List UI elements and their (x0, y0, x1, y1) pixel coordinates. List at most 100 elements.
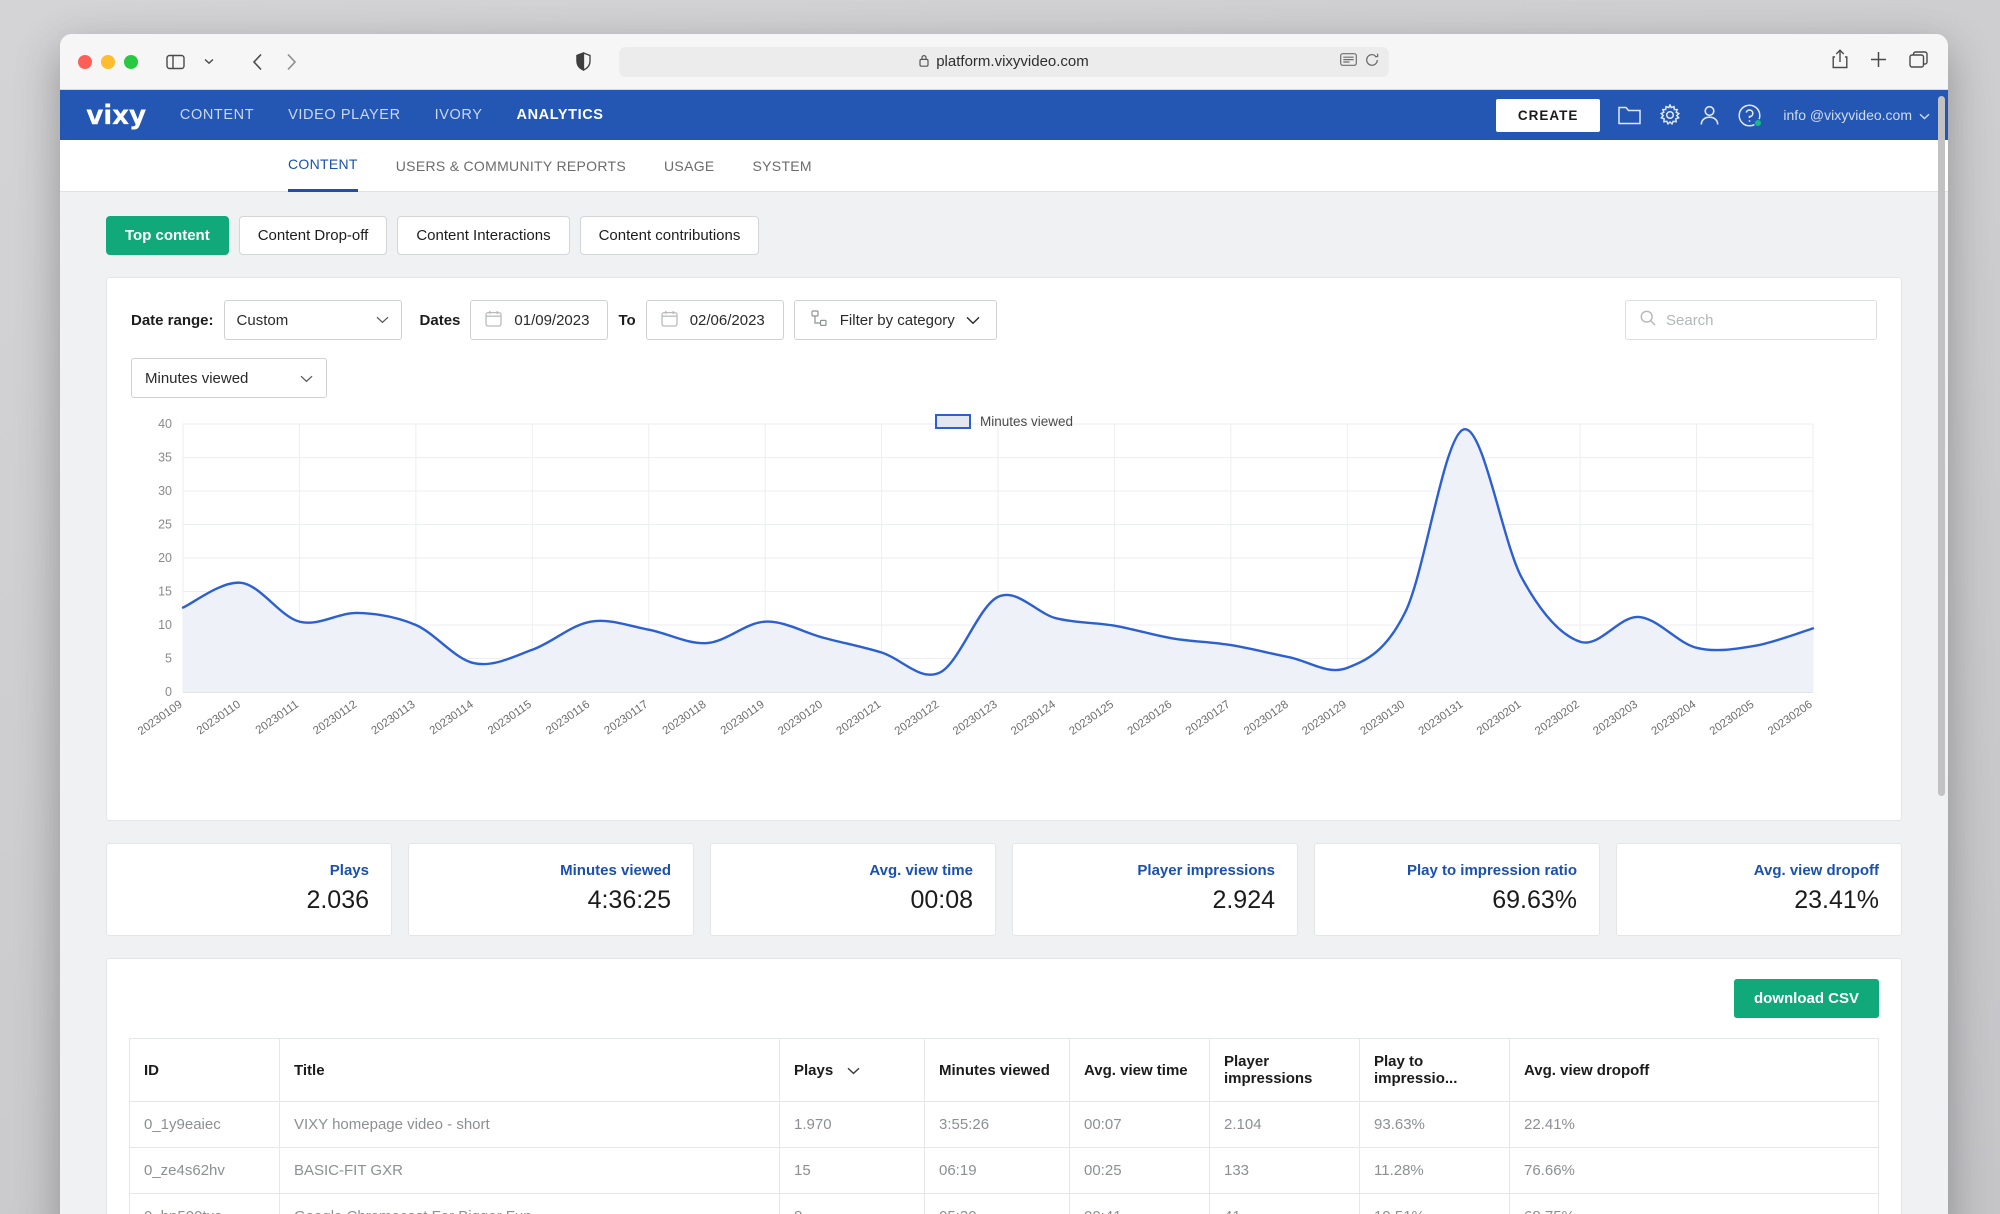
kpi-label: Avg. view dropoff (1753, 862, 1879, 879)
share-icon[interactable] (1832, 49, 1848, 74)
nav-link-analytics[interactable]: ANALYTICS (517, 107, 604, 123)
sidebar-chevron-down-icon[interactable] (194, 48, 224, 76)
help-icon[interactable] (1738, 103, 1763, 127)
pill-content-drop-off[interactable]: Content Drop-off (238, 216, 388, 255)
date-from-input[interactable]: 01/09/2023 (470, 300, 609, 340)
svg-text:0: 0 (165, 685, 172, 699)
pill-content-contributions[interactable]: Content contributions (579, 216, 760, 255)
account-menu[interactable]: info @vixyvideo.com (1783, 107, 1930, 123)
sidebar-toggle-icon[interactable] (160, 48, 190, 76)
kpi-value: 2.036 (306, 886, 369, 914)
svg-text:20230201: 20230201 (1475, 699, 1524, 738)
svg-text:20230122: 20230122 (893, 699, 942, 738)
minutes-viewed-chart: Minutes viewed 0 5 10 15 20 25 30 35 40 20230109 2… (131, 410, 1877, 802)
window-traffic-lights[interactable] (78, 54, 138, 69)
date-range-select[interactable]: Custom (223, 300, 402, 340)
metric-select[interactable]: Minutes viewed (131, 358, 327, 398)
address-bar[interactable]: platform.vixyvideo.com (619, 46, 1389, 77)
svg-text:5: 5 (165, 652, 172, 666)
to-label: To (618, 311, 636, 329)
cell-plays: 8 (779, 1193, 925, 1214)
subtab-users-community-reports[interactable]: USERS & COMMUNITY REPORTS (396, 140, 626, 192)
cell-player-impressions: 41 (1209, 1193, 1360, 1214)
table-header-row: ID Title Plays Minutes viewed Avg. view … (129, 1038, 1879, 1102)
privacy-shield-icon[interactable] (576, 52, 591, 76)
forward-arrow-icon[interactable] (276, 48, 306, 76)
column-header-player-impressions[interactable]: Player impressions (1209, 1038, 1360, 1102)
cell-title: VIXY homepage video - short (279, 1101, 780, 1148)
dates-label: Dates (419, 311, 461, 329)
date-to-input[interactable]: 02/06/2023 (645, 300, 784, 340)
user-icon[interactable] (1699, 105, 1720, 126)
reload-icon[interactable] (1365, 53, 1379, 71)
chevron-down-icon (376, 313, 389, 327)
date-range-value: Custom (236, 311, 289, 329)
cell-title: Google Chromecast For Bigger Fun (279, 1193, 780, 1214)
chevron-down-icon (1919, 107, 1930, 123)
column-header-title[interactable]: Title (279, 1038, 780, 1102)
reader-view-icon[interactable] (1340, 53, 1357, 70)
url-text: platform.vixyvideo.com (936, 53, 1089, 70)
kpi-cards: Plays 2.036 Minutes viewed 4:36:25 Avg. … (106, 843, 1902, 936)
svg-text:30: 30 (158, 484, 172, 498)
column-header-plays[interactable]: Plays (779, 1038, 925, 1102)
cell-avg-view-time: 00:25 (1069, 1147, 1210, 1194)
page-scrollbar-thumb[interactable] (1938, 96, 1945, 796)
cell-id: 0_hp500txo (129, 1193, 280, 1214)
table-row[interactable]: 0_ze4s62hv BASIC-FIT GXR 15 06:19 00:25 … (129, 1147, 1879, 1194)
pill-top-content[interactable]: Top content (106, 216, 229, 255)
close-window-button[interactable] (78, 54, 92, 69)
subtab-usage[interactable]: USAGE (664, 140, 715, 192)
kpi-label: Player impressions (1137, 862, 1275, 879)
minimize-window-button[interactable] (101, 54, 115, 69)
new-tab-icon[interactable] (1870, 51, 1887, 73)
svg-text:20230115: 20230115 (486, 699, 534, 738)
table-row[interactable]: 0_hp500txo Google Chromecast For Bigger … (129, 1193, 1879, 1214)
nav-link-video-player[interactable]: VIDEO PLAYER (288, 107, 401, 123)
cell-plays: 1.970 (779, 1101, 925, 1148)
cell-id: 0_ze4s62hv (129, 1147, 280, 1194)
column-header-avg-view-time[interactable]: Avg. view time (1069, 1038, 1210, 1102)
nav-link-content[interactable]: CONTENT (180, 107, 254, 123)
column-header-minutes-viewed[interactable]: Minutes viewed (924, 1038, 1070, 1102)
cell-play-to-impression: 11.28% (1359, 1147, 1510, 1194)
folder-icon[interactable] (1618, 106, 1642, 125)
svg-text:20230109: 20230109 (136, 699, 185, 738)
column-header-avg-view-dropoff[interactable]: Avg. view dropoff (1509, 1038, 1879, 1102)
kpi-card-play-to-impression-ratio: Play to impression ratio 69.63% (1314, 843, 1600, 936)
kpi-value: 23.41% (1794, 886, 1879, 914)
kpi-value: 4:36:25 (587, 886, 671, 914)
search-input[interactable] (1666, 311, 1862, 329)
table-row[interactable]: 0_1y9eaiec VIXY homepage video - short 1… (129, 1101, 1879, 1148)
sort-chevron-down-icon[interactable] (847, 1064, 860, 1078)
column-header-play-to-impression[interactable]: Play to impressio... (1359, 1038, 1510, 1102)
filter-by-category-button[interactable]: Filter by category (793, 300, 997, 340)
metric-row: Minutes viewed (131, 358, 1877, 398)
svg-text:25: 25 (158, 518, 172, 532)
tab-overview-icon[interactable] (1909, 50, 1928, 73)
subtab-system[interactable]: SYSTEM (753, 140, 812, 192)
back-arrow-icon[interactable] (242, 48, 272, 76)
cell-title: BASIC-FIT GXR (279, 1147, 780, 1194)
report-type-pills: Top content Content Drop-off Content Int… (106, 216, 1902, 255)
page-content: Top content Content Drop-off Content Int… (60, 192, 1948, 1214)
legend-label-minutes-viewed: Minutes viewed (979, 414, 1074, 429)
svg-text:20230125: 20230125 (1067, 699, 1116, 738)
search-box[interactable] (1625, 300, 1877, 340)
pill-content-interactions[interactable]: Content Interactions (397, 216, 570, 255)
kpi-label: Plays (329, 862, 369, 879)
legend-swatch-minutes-viewed (934, 414, 971, 429)
help-notification-dot (1754, 118, 1763, 127)
download-csv-button[interactable]: download CSV (1734, 979, 1879, 1018)
gear-icon[interactable] (1659, 104, 1681, 126)
subtab-content[interactable]: CONTENT (288, 140, 358, 192)
cell-avg-view-dropoff: 22.41% (1509, 1101, 1879, 1148)
create-button[interactable]: CREATE (1495, 98, 1601, 132)
page-scrollbar[interactable] (1938, 96, 1945, 1214)
svg-text:20230110: 20230110 (195, 699, 243, 738)
column-header-id[interactable]: ID (129, 1038, 280, 1102)
desktop-background: platform.vixyvideo.com vixy CONTENT VIDE… (0, 0, 2000, 1214)
vixy-logo[interactable]: vixy (86, 100, 146, 131)
maximize-window-button[interactable] (124, 54, 138, 69)
nav-link-ivory[interactable]: IVORY (435, 107, 483, 123)
